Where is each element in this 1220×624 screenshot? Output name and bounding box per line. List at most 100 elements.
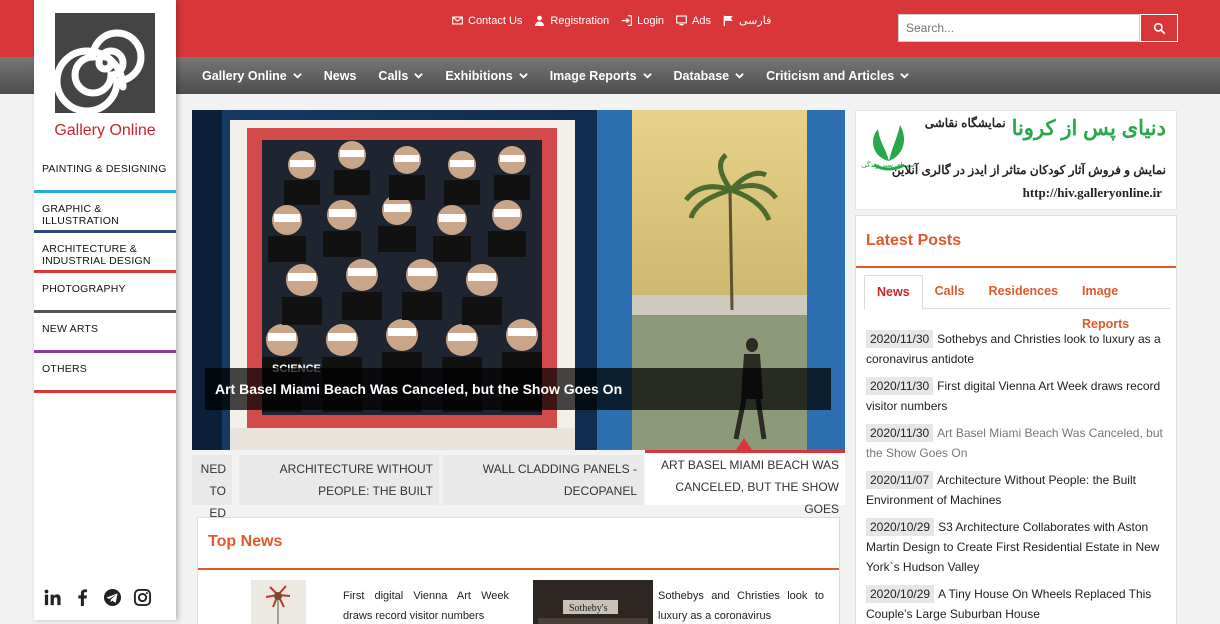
sign-in-icon — [621, 15, 632, 26]
category-sidebar: Gallery Online PAINTING & DESIGNING GRAP… — [34, 0, 176, 620]
category-new-arts[interactable]: NEW ARTS — [34, 313, 176, 353]
gallery-logo[interactable] — [53, 13, 155, 115]
news-thumbnail[interactable]: Sotheby's — [533, 580, 653, 624]
nav-calls[interactable]: Calls — [378, 68, 424, 83]
ad-url[interactable]: http://hiv.galleryonline.ir — [1023, 185, 1162, 201]
list-item[interactable]: 2020/11/30 First digital Vienna Art Week … — [866, 376, 1168, 416]
ads-link[interactable]: Ads — [676, 14, 711, 27]
nav-label: Image Reports — [549, 68, 637, 83]
chevron-down-icon — [735, 73, 744, 79]
post-date: 2020/11/30 — [866, 377, 934, 395]
slider-thumb[interactable]: NED TO ED FOR — [192, 455, 232, 542]
tab-news[interactable]: News — [864, 275, 923, 310]
category-painting-designing[interactable]: PAINTING & DESIGNING — [34, 153, 176, 193]
nav-label: Criticism and Articles — [766, 68, 895, 83]
contact-us-label: Contact Us — [468, 14, 523, 27]
chevron-down-icon — [293, 73, 302, 79]
flag-icon — [723, 15, 733, 26]
user-icon — [535, 15, 545, 26]
nav-database[interactable]: Database — [674, 69, 745, 83]
nav-exhibitions[interactable]: Exhibitions — [445, 68, 528, 83]
ad-title: دنیای پس از کرونا نمایشگاه نقاشی — [925, 116, 1166, 141]
linkedin-icon[interactable] — [43, 588, 62, 607]
category-architecture-industrial[interactable]: ARCHITECTURE & INDUSTRIAL DESIGN — [34, 233, 176, 273]
list-item[interactable]: 2020/10/29 S3 Architecture Collaborates w… — [866, 517, 1168, 577]
thumb-line-1: ARCHITECTURE WITHOUT — [279, 462, 433, 476]
instagram-icon[interactable] — [133, 588, 152, 607]
nav-criticism-articles[interactable]: Criticism and Articles — [766, 69, 909, 83]
ads-label: Ads — [692, 14, 712, 27]
search-input[interactable] — [898, 14, 1140, 42]
ad-title-text: دنیای پس از کرونا — [1011, 117, 1166, 140]
thumb-line-2: CANCELED, BUT THE SHOW GOES — [675, 480, 839, 516]
list-item[interactable]: 2020/10/29 A Tiny House On Wheels Replace… — [866, 584, 1168, 624]
search-icon — [1153, 22, 1165, 34]
nav-label: Database — [673, 68, 730, 83]
nav-label: Calls — [378, 68, 409, 83]
slider-thumbnails: NED TO ED FOR ARCHITECTURE WITHOUT PEOPL… — [192, 450, 845, 542]
list-item[interactable]: 2020/11/30 Sothebys and Christies look to… — [866, 329, 1168, 369]
tab-residences[interactable]: Residences — [977, 275, 1070, 309]
chevron-down-icon — [518, 73, 528, 79]
registration-label: Registration — [550, 14, 610, 27]
farsi-link[interactable]: فارسی — [723, 14, 771, 27]
thumb-line-1: ART BASEL MIAMI BEACH WAS — [660, 458, 839, 472]
contact-us-link[interactable]: Contact Us — [452, 14, 522, 27]
post-date: 2020/11/07 — [866, 471, 934, 489]
farsi-label: فارسی — [739, 15, 772, 27]
top-news-title: Top News — [208, 533, 283, 550]
main-nav: Gallery Online News Calls Exhibitions Im… — [0, 57, 1220, 94]
thumb-line-1: NED TO — [200, 462, 226, 498]
store-sign: Sotheby's — [569, 603, 608, 614]
list-item[interactable]: 2020/11/07 Architecture Without People: t… — [866, 470, 1168, 510]
artwork-image — [251, 580, 306, 624]
list-item[interactable]: 2020/11/30 Art Basel Miami Beach Was Canc… — [866, 423, 1168, 463]
news-headline[interactable]: First digital Vienna Art Week draws reco… — [343, 586, 509, 624]
nav-image-reports[interactable]: Image Reports — [550, 69, 652, 83]
active-slide-arrow — [736, 438, 752, 450]
nav-label: Gallery Online — [202, 68, 287, 83]
slider-thumb[interactable]: WALL CLADDING PANELS - DECOPANEL — [443, 455, 643, 505]
category-photography[interactable]: PHOTOGRAPHY — [34, 273, 176, 313]
ad-subtitle: نمایشگاه نقاشی — [924, 116, 1006, 130]
slide-caption[interactable]: Art Basel Miami Beach Was Canceled, but … — [205, 368, 831, 410]
tab-calls[interactable]: Calls — [923, 275, 977, 309]
latest-posts-panel: Latest Posts News Calls Residences Image… — [855, 215, 1177, 624]
spiral-logo-icon — [53, 13, 155, 115]
category-others[interactable]: OTHERS — [34, 353, 176, 393]
slider-thumb-active[interactable]: ART BASEL MIAMI BEACH WAS CANCELED, BUT … — [645, 450, 845, 516]
divider — [198, 568, 839, 570]
login-link[interactable]: Login — [621, 14, 664, 27]
category-graphic-illustration[interactable]: GRAPHIC & ILLUSTRATION — [34, 193, 176, 233]
envelope-icon — [452, 16, 463, 25]
divider — [856, 266, 1176, 268]
nav-label: News — [323, 68, 357, 83]
nav-news[interactable]: News — [324, 69, 357, 83]
facebook-icon[interactable] — [73, 588, 92, 607]
nav-gallery-online[interactable]: Gallery Online — [202, 69, 302, 83]
chevron-down-icon — [642, 73, 652, 79]
latest-posts-title: Latest Posts — [866, 232, 962, 249]
search-button[interactable] — [1140, 14, 1178, 42]
registration-link[interactable]: Registration — [534, 14, 609, 27]
telegram-icon[interactable] — [103, 588, 122, 607]
nav-label: Exhibitions — [445, 68, 513, 83]
chevron-down-icon — [900, 73, 909, 79]
slider-thumb[interactable]: ARCHITECTURE WITHOUT PEOPLE: THE BUILT — [239, 455, 439, 505]
thumb-line-2: PEOPLE: THE BUILT — [318, 484, 433, 498]
post-list: 2020/11/30 Sothebys and Christies look to… — [866, 329, 1168, 624]
news-thumbnail[interactable] — [251, 580, 306, 624]
thumb-line-2: DECOPANEL — [563, 484, 637, 498]
tab-image-reports[interactable]: Image Reports — [1070, 275, 1170, 331]
logo-text: Gallery Online — [54, 122, 156, 139]
news-headline[interactable]: Sothebys and Christies look to luxury as… — [658, 586, 824, 624]
ad-banner[interactable]: سیمای سبز زندگی دنیای پس از کرونا نمایشگ… — [855, 110, 1177, 210]
top-links: Contact Us Registration Login Ads فارسی — [452, 14, 771, 27]
top-bar: Contact Us Registration Login Ads فارسی — [0, 0, 1220, 57]
latest-tabs: News Calls Residences Image Reports — [864, 275, 1170, 331]
monitor-icon — [676, 15, 687, 26]
category-list: PAINTING & DESIGNING GRAPHIC & ILLUSTRAT… — [34, 153, 176, 393]
chevron-down-icon — [414, 73, 424, 79]
social-links — [43, 588, 152, 607]
ad-description: نمایش و فروش آثار کودکان متاثر از ایدز د… — [891, 163, 1166, 177]
